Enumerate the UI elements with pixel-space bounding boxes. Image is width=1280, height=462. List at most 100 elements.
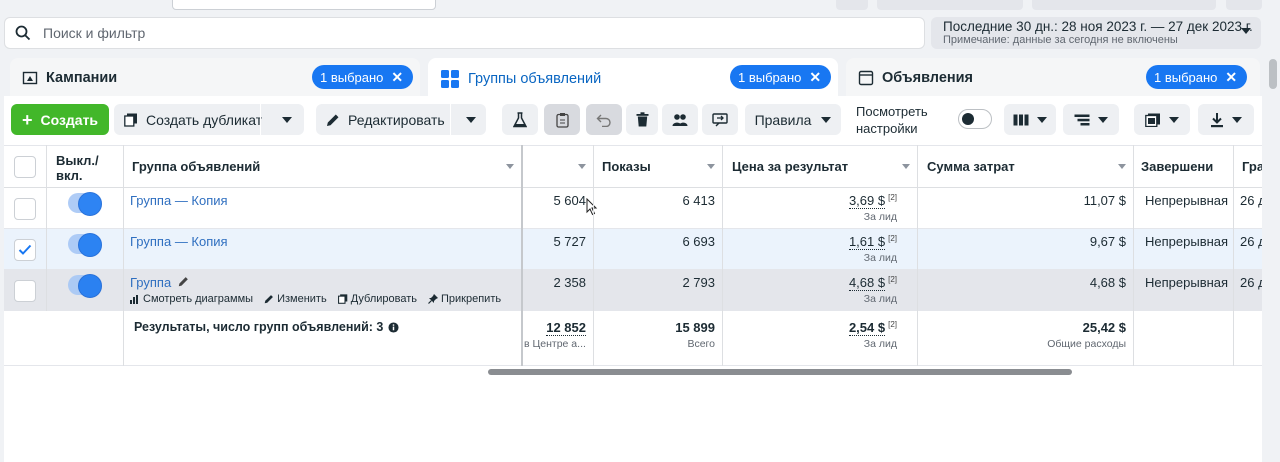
mouse-cursor-icon (586, 198, 598, 216)
sort-icon[interactable] (707, 164, 715, 169)
row-checkbox[interactable] (14, 239, 36, 261)
edit-action[interactable]: Изменить (264, 293, 327, 305)
view-settings-toggle[interactable] (958, 109, 992, 129)
rules-button[interactable]: Правила (745, 104, 841, 135)
adset-name-link[interactable]: Группа — Копия (130, 234, 228, 249)
header-text: вкл. (56, 168, 83, 183)
total-spent-sub: Общие расходы (1047, 338, 1126, 350)
chevron-down-icon[interactable] (466, 117, 476, 123)
reports-button[interactable] (1134, 104, 1190, 135)
sort-icon[interactable] (1118, 164, 1126, 169)
row-checkbox[interactable] (14, 280, 36, 302)
export-button[interactable] (1198, 104, 1254, 135)
duplicate-button[interactable]: Создать дубликат (114, 104, 304, 135)
column-header-ends[interactable]: Завершени (1141, 159, 1229, 174)
schedule-value: 26 д (1240, 193, 1262, 208)
column-divider (722, 145, 723, 366)
columns-button[interactable] (1004, 104, 1056, 135)
clipboard-button[interactable] (544, 104, 580, 135)
view-charts-action[interactable]: Смотреть диаграммы (130, 293, 253, 305)
column-header-cost-per-result[interactable]: Цена за результат (732, 159, 848, 174)
column-header-schedule[interactable]: Гра (1242, 159, 1262, 174)
delivery-toggle[interactable] (68, 192, 102, 216)
ends-value: Непрерывная (1145, 234, 1229, 249)
checkmark-icon (18, 244, 32, 255)
vertical-scrollbar[interactable] (1266, 55, 1280, 462)
close-icon[interactable]: ✕ (809, 69, 821, 86)
create-button[interactable]: + Создать (11, 104, 109, 135)
test-button[interactable] (502, 104, 538, 135)
info-icon[interactable] (388, 321, 399, 333)
table-header: Выкл./ вкл. Группа объявлений Показы Цен… (4, 145, 1262, 188)
duplicate-icon (124, 113, 137, 127)
search-input[interactable] (43, 25, 843, 41)
close-icon[interactable]: ✕ (1225, 69, 1237, 86)
row-checkbox[interactable] (14, 198, 36, 220)
horizontal-scrollbar-thumb[interactable] (488, 369, 1072, 375)
column-divider (46, 145, 47, 311)
top-input-partial[interactable] (172, 0, 436, 10)
table-row[interactable]: Группа Смотреть диаграммы Изменить Дубли… (4, 270, 1262, 311)
top-button-partial[interactable] (877, 0, 1023, 10)
totals-row: Результаты, число групп объявлений: 3 12… (4, 311, 1262, 366)
tab-ads[interactable]: Объявления 1 выбрано ✕ (846, 58, 1260, 98)
view-settings-label: Посмотреть настройки (856, 103, 928, 137)
top-button-partial[interactable] (1032, 0, 1216, 10)
compare-button[interactable] (702, 104, 738, 135)
sort-icon[interactable] (902, 164, 910, 169)
pin-action[interactable]: Прикрепить (428, 293, 501, 305)
cost-value: 1,61 $ (848, 234, 886, 250)
chevron-down-icon (1232, 116, 1242, 123)
chevron-down-icon[interactable] (282, 117, 292, 123)
column-header-impressions[interactable]: Показы (602, 159, 651, 174)
pencil-icon[interactable] (178, 276, 189, 287)
clipboard-icon (555, 112, 569, 128)
bar-chart-icon (130, 294, 138, 304)
pin-label: Прикрепить (441, 293, 502, 305)
tab-campaigns[interactable]: Кампании 1 выбрано ✕ (10, 58, 420, 98)
grid-icon (441, 70, 459, 88)
selected-count-label: 1 выбрано (1154, 69, 1218, 85)
frozen-column-divider[interactable] (521, 145, 523, 366)
reach-value: 2 358 (553, 275, 586, 290)
audience-button[interactable] (662, 104, 698, 135)
top-button-partial[interactable] (1226, 0, 1262, 10)
selected-count-badge[interactable]: 1 выбрано ✕ (730, 65, 832, 89)
cost-value: 3,69 $ (848, 193, 886, 209)
table-row[interactable]: Группа — Копия 5 604 6 413 3,69 $ [2] За … (4, 188, 1262, 229)
sort-icon[interactable] (506, 164, 514, 169)
edit-button[interactable]: Редактировать (316, 104, 486, 135)
column-header-amount-spent[interactable]: Сумма затрат (927, 159, 1015, 174)
schedule-value: 26 д (1240, 234, 1262, 249)
chevron-down-icon (1241, 28, 1251, 34)
delivery-toggle[interactable] (68, 274, 102, 298)
select-all-checkbox[interactable] (14, 156, 36, 178)
top-button-partial[interactable] (836, 0, 868, 10)
breakdown-button[interactable] (1063, 104, 1119, 135)
cost-value: 4,68 $ (848, 275, 886, 291)
sort-icon[interactable] (578, 164, 586, 169)
footnote-marker: [2] (888, 320, 897, 329)
close-icon[interactable]: ✕ (391, 69, 403, 86)
ends-value: Непрерывная (1145, 275, 1229, 290)
column-header-adset[interactable]: Группа объявлений (132, 159, 260, 174)
scrollbar-thumb[interactable] (1269, 59, 1277, 89)
search-bar[interactable] (4, 17, 925, 49)
breakdown-icon (1074, 114, 1090, 125)
adset-name-link[interactable]: Группа (130, 275, 189, 290)
undo-button[interactable] (586, 104, 622, 135)
selected-count-badge[interactable]: 1 выбрано ✕ (312, 65, 414, 89)
delete-button[interactable] (626, 104, 658, 135)
search-icon (15, 25, 31, 41)
delivery-toggle[interactable] (68, 233, 102, 257)
amount-spent-value: 11,07 $ (1083, 193, 1126, 208)
column-header-onoff[interactable]: Выкл./ вкл. (56, 153, 99, 183)
tab-label: Объявления (882, 70, 974, 86)
ad-window-icon (858, 70, 874, 86)
tab-adsets[interactable]: Группы объявлений 1 выбрано ✕ (428, 58, 838, 100)
duplicate-action[interactable]: Дублировать (337, 293, 417, 305)
date-range-picker[interactable]: Последние 30 дн.: 28 ноя 2023 г. — 27 де… (931, 17, 1261, 49)
table-row[interactable]: Группа — Копия 5 727 6 693 1,61 $ [2] За … (4, 229, 1262, 270)
selected-count-badge[interactable]: 1 выбрано ✕ (1146, 65, 1248, 89)
adset-name-link[interactable]: Группа — Копия (130, 193, 228, 208)
